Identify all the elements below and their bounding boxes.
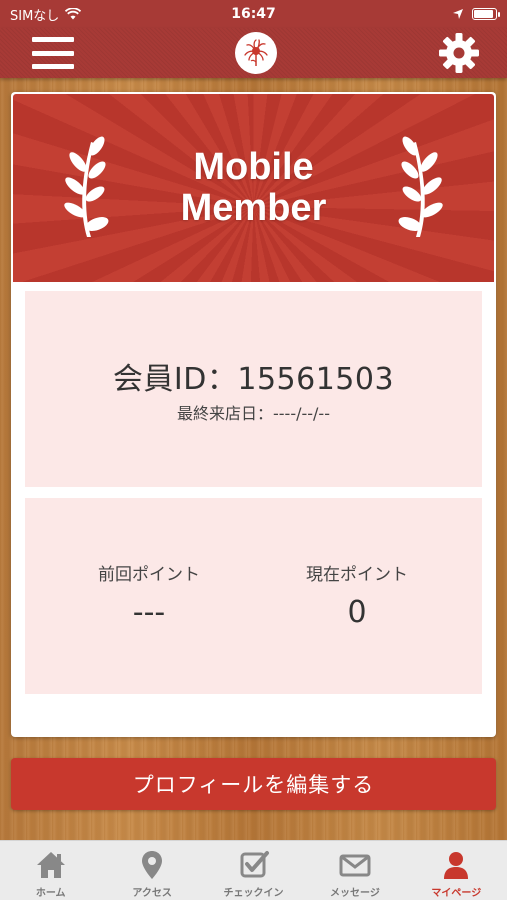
hamburger-menu-icon[interactable]: [32, 37, 74, 69]
bottom-tab-bar: ホーム アクセス チェックイン メッセージ マイページ: [0, 840, 507, 900]
tab-label-home: ホーム: [35, 888, 66, 899]
member-card: Mobile Member 会員ID：15561503 最終来店日：----/-…: [11, 92, 496, 737]
previous-points-label: 前回ポイント: [98, 565, 200, 585]
points-panel: 前回ポイント --- 現在ポイント 0: [25, 498, 482, 694]
tab-home[interactable]: ホーム: [0, 841, 101, 900]
status-time: 16:47: [231, 6, 276, 22]
current-points-label: 現在ポイント: [306, 565, 408, 585]
status-left: SIMなし: [10, 5, 82, 24]
member-id: 会員ID：15561503: [112, 362, 395, 397]
location-arrow-icon: [453, 9, 463, 19]
tab-label-mypage: マイページ: [431, 888, 482, 899]
home-icon: [36, 852, 65, 878]
map-pin-icon: [142, 851, 163, 879]
previous-points-value: ---: [132, 595, 166, 630]
current-points-value: 0: [347, 595, 367, 630]
tab-label-checkin: チェックイン: [223, 888, 284, 899]
laurel-left-icon: [64, 136, 109, 237]
tab-label-message: メッセージ: [330, 888, 380, 899]
edit-profile-button[interactable]: プロフィールを編集する: [11, 758, 496, 810]
wifi-icon: [65, 8, 82, 20]
tab-checkin[interactable]: チェックイン: [203, 841, 304, 900]
flower-logo-icon: [234, 32, 277, 74]
mobile-member-banner: Mobile Member: [13, 94, 494, 282]
status-bar: SIMなし 16:47: [0, 0, 507, 28]
tab-access[interactable]: アクセス: [101, 841, 202, 900]
banner-title: Mobile Member: [180, 146, 327, 229]
app-header: [0, 28, 507, 78]
member-info-panel: 会員ID：15561503 最終来店日：----/--/--: [25, 291, 482, 487]
envelope-icon: [339, 854, 371, 877]
tab-message[interactable]: メッセージ: [304, 841, 405, 900]
laurel-right-icon: [398, 136, 443, 237]
gear-icon[interactable]: [437, 31, 481, 75]
tab-mypage[interactable]: マイページ: [406, 841, 507, 900]
tab-label-access: アクセス: [132, 888, 172, 899]
battery-icon: [472, 8, 500, 20]
current-points: 現在ポイント 0: [257, 560, 457, 630]
previous-points: 前回ポイント ---: [49, 560, 249, 630]
user-icon: [444, 852, 469, 879]
carrier-label: SIMなし: [10, 8, 60, 24]
status-right: [452, 8, 500, 20]
last-visit-date: 最終来店日：----/--/--: [177, 404, 330, 423]
checkin-icon: [240, 851, 269, 878]
